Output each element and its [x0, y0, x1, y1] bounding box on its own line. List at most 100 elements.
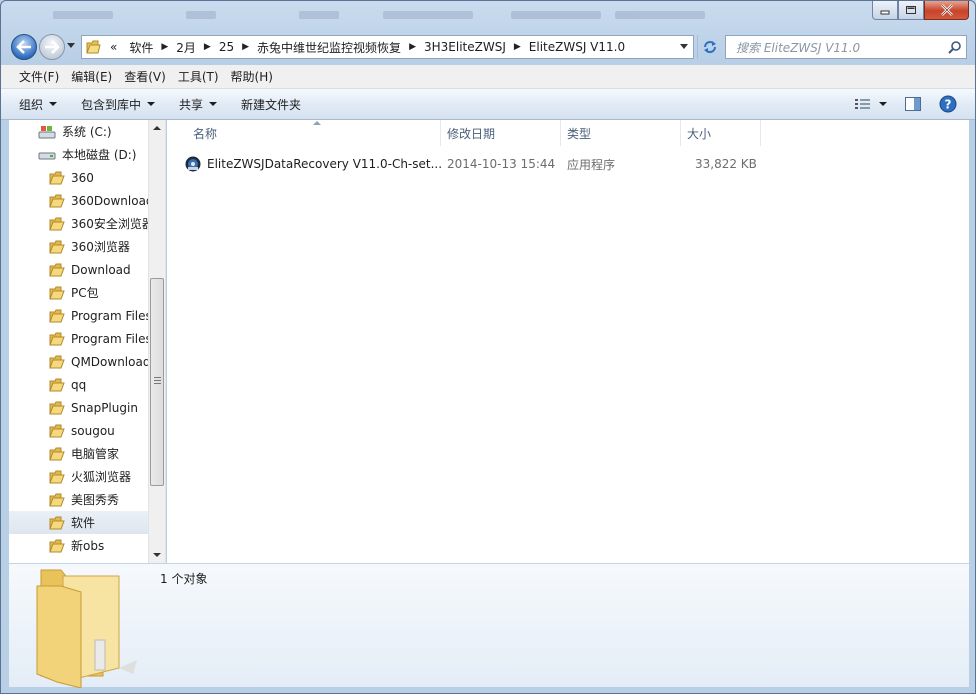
- preview-pane-icon: [905, 97, 921, 111]
- folder-icon: [49, 263, 65, 277]
- scrollbar-thumb[interactable]: [150, 278, 164, 486]
- tree-item-label: qq: [71, 377, 87, 392]
- tree-item-label: 软件: [71, 516, 96, 530]
- navigation-scrollbar[interactable]: [148, 120, 165, 563]
- folder-icon: [49, 378, 65, 392]
- folder-icon: [49, 240, 65, 254]
- menu-help[interactable]: 帮助(H): [225, 68, 279, 85]
- tree-item[interactable]: Program Files: [9, 327, 150, 350]
- folder-icon: [49, 424, 65, 438]
- grip-icon: [154, 377, 161, 384]
- column-size-label: 大小: [687, 126, 712, 141]
- refresh-icon: [703, 41, 716, 53]
- chevron-right-icon[interactable]: ▶: [407, 42, 418, 52]
- search-input[interactable]: 搜索 EliteZWSJ V11.0: [725, 35, 967, 59]
- share-button[interactable]: 共享: [179, 96, 218, 113]
- tree-item[interactable]: qq: [9, 373, 150, 396]
- column-header-modified[interactable]: 修改日期: [441, 120, 561, 146]
- tree-item-label: 360安全浏览器: [71, 217, 150, 231]
- file-row[interactable]: EliteZWSJDataRecovery V11.0-Ch-set... 20…: [183, 153, 763, 175]
- menu-view[interactable]: 查看(V): [118, 68, 172, 85]
- menu-edit[interactable]: 编辑(E): [65, 68, 118, 85]
- tree-item-label: 360: [71, 170, 94, 185]
- tree-item-label: Download: [71, 262, 131, 277]
- tree-item[interactable]: 火狐浏览器: [9, 465, 150, 488]
- folder-icon: [49, 401, 65, 415]
- address-history-dropdown[interactable]: [680, 44, 689, 50]
- breadcrumb-item[interactable]: 2月: [170, 36, 202, 58]
- tree-item[interactable]: sougou: [9, 419, 150, 442]
- folder-icon: [49, 194, 65, 208]
- folder-large-icon: [36, 569, 137, 688]
- minimize-icon: [880, 10, 890, 15]
- tree-item[interactable]: 360安全浏览器: [9, 212, 150, 235]
- tree-item-label: 美图秀秀: [71, 493, 120, 507]
- explorer-window: « 软件 ▶ 2月 ▶ 25 ▶ 赤兔中维世纪监控视频恢复 ▶ 3H3Elite…: [0, 0, 976, 694]
- back-button[interactable]: [11, 34, 37, 60]
- blurred-background-tabs: [41, 7, 821, 23]
- column-header-type[interactable]: 类型: [561, 120, 681, 146]
- recent-pages-dropdown[interactable]: [67, 43, 76, 49]
- tree-item[interactable]: 系统 (C:): [9, 120, 150, 143]
- search-icon[interactable]: [948, 40, 962, 54]
- file-name: EliteZWSJDataRecovery V11.0-Ch-set...: [207, 157, 443, 171]
- folder-icon: [49, 332, 65, 346]
- arrow-left-icon: [16, 40, 31, 54]
- tree-item-label: 360浏览器: [71, 240, 130, 254]
- tree-item[interactable]: 电脑管家: [9, 442, 150, 465]
- tree-item[interactable]: 360Download: [9, 189, 150, 212]
- tree-item[interactable]: 软件: [9, 511, 150, 534]
- help-button[interactable]: ?: [939, 95, 957, 113]
- tree-item-label: 系统 (C:): [62, 125, 112, 139]
- chevron-right-icon[interactable]: ▶: [240, 42, 251, 52]
- chevron-down-icon[interactable]: [879, 102, 887, 106]
- column-header-name[interactable]: 名称: [175, 120, 441, 146]
- scroll-down-icon[interactable]: [153, 553, 161, 557]
- include-in-library-button[interactable]: 包含到库中: [81, 96, 156, 113]
- change-view-button[interactable]: [855, 98, 887, 110]
- navigation-pane: 系统 (C:) 本地磁盘 (D:) 360 360Download 360安全浏览器 36…: [9, 120, 166, 563]
- close-button[interactable]: [924, 1, 969, 20]
- chevron-right-icon[interactable]: ▶: [159, 42, 170, 52]
- tree-item-label: 360Download: [71, 193, 150, 208]
- organize-button[interactable]: 组织: [19, 96, 58, 113]
- item-count: 1 个对象: [160, 572, 208, 586]
- tree-item[interactable]: QMDownload: [9, 350, 150, 373]
- breadcrumb-item[interactable]: 3H3EliteZWSJ: [418, 36, 512, 58]
- scroll-up-icon[interactable]: [153, 126, 161, 130]
- column-header-size[interactable]: 大小: [681, 120, 761, 146]
- title-bar: [1, 1, 975, 29]
- address-bar[interactable]: « 软件 ▶ 2月 ▶ 25 ▶ 赤兔中维世纪监控视频恢复 ▶ 3H3Elite…: [81, 35, 694, 59]
- tree-item[interactable]: PC包: [9, 281, 150, 304]
- tree-item[interactable]: 本地磁盘 (D:): [9, 143, 150, 166]
- chevron-right-icon[interactable]: ▶: [512, 42, 523, 52]
- breadcrumb-item[interactable]: EliteZWSJ V11.0: [523, 36, 631, 58]
- tree-item[interactable]: SnapPlugin: [9, 396, 150, 419]
- breadcrumb-item[interactable]: 赤兔中维世纪监控视频恢复: [251, 36, 407, 58]
- minimize-button[interactable]: [872, 1, 898, 20]
- column-modified-label: 修改日期: [447, 126, 496, 141]
- refresh-button[interactable]: [697, 35, 721, 59]
- new-folder-label: 新建文件夹: [241, 97, 302, 112]
- preview-pane-button[interactable]: [905, 97, 921, 111]
- breadcrumb-overflow[interactable]: «: [104, 36, 123, 58]
- menu-file[interactable]: 文件(F): [13, 68, 65, 85]
- new-folder-button[interactable]: 新建文件夹: [241, 96, 301, 113]
- command-bar: 组织 包含到库中 共享 新建文件夹 ?: [1, 89, 975, 120]
- tree-item[interactable]: 美图秀秀: [9, 488, 150, 511]
- maximize-button[interactable]: [898, 1, 924, 20]
- tree-item[interactable]: 360: [9, 166, 150, 189]
- file-type: 应用程序: [567, 157, 616, 172]
- forward-button[interactable]: [39, 34, 65, 60]
- tree-item[interactable]: Program Files: [9, 304, 150, 327]
- tree-item[interactable]: Download: [9, 258, 150, 281]
- drive-icon: [38, 148, 56, 162]
- chevron-right-icon[interactable]: ▶: [202, 42, 213, 52]
- menu-tools[interactable]: 工具(T): [172, 68, 225, 85]
- folder-icon: [49, 447, 65, 461]
- breadcrumb-item[interactable]: 25: [213, 36, 240, 58]
- tree-item[interactable]: 360浏览器: [9, 235, 150, 258]
- folder-icon: [49, 470, 65, 484]
- tree-item[interactable]: 新obs: [9, 534, 150, 557]
- breadcrumb-item[interactable]: 软件: [123, 36, 159, 58]
